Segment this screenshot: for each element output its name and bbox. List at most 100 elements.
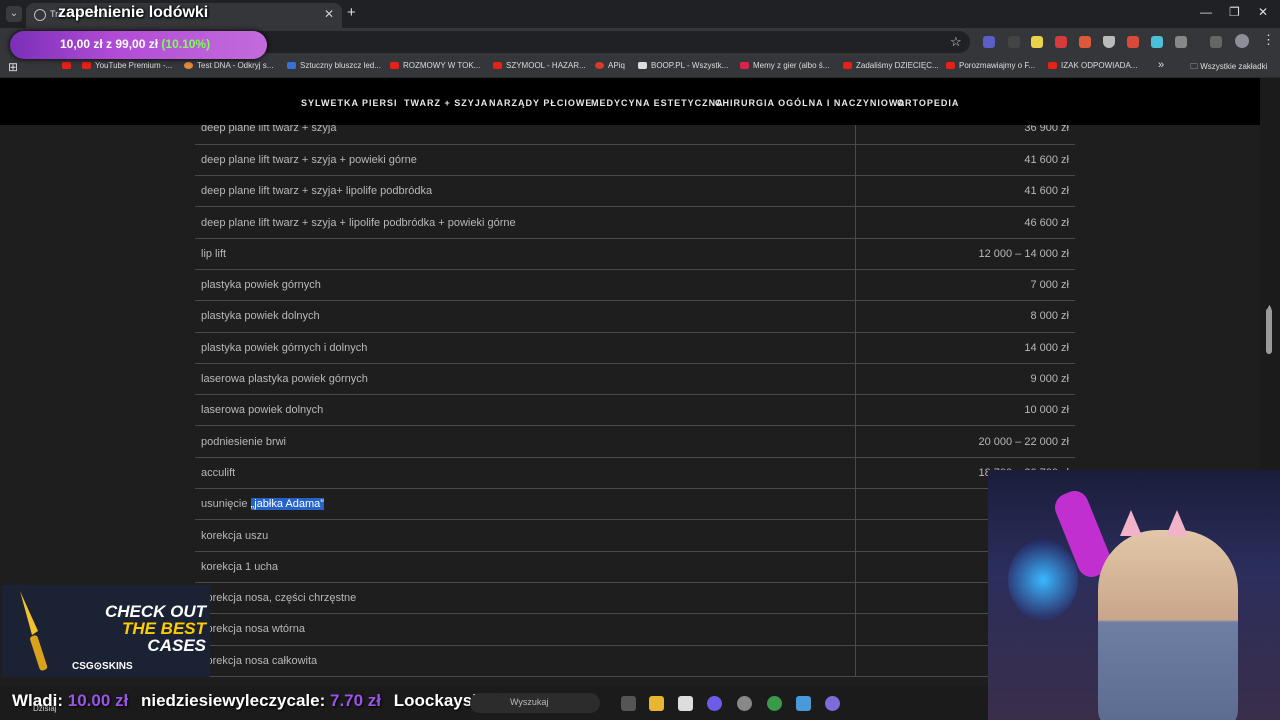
bookmark-favicon-icon [740, 62, 749, 69]
price-row: plastyka powiek dolnych 8 000 zł [195, 300, 1075, 333]
selected-text: „jabłka Adama” [250, 498, 324, 511]
bookmark-star-icon[interactable]: ☆ [950, 34, 962, 50]
app-icon[interactable] [737, 696, 752, 711]
taskbar-date: Dzisiaj [33, 704, 57, 713]
price-row: lip lift 12 000 – 14 000 zł [195, 238, 1075, 270]
procedure-price: 20 000 – 22 000 zł [855, 425, 1075, 458]
bookmark-item[interactable]: Sztuczny bluszcz led... [287, 61, 381, 70]
price-row: deep plane lift twarz + szyja + powieki … [195, 144, 1075, 177]
bookmark-item[interactable]: APiq [595, 61, 625, 70]
chrome-icon[interactable] [767, 696, 782, 711]
procedure-price: 12 000 – 14 000 zł [855, 238, 1075, 270]
procedure-name: podniesienie brwi [195, 425, 856, 458]
nav-sylwetka[interactable]: SYLWETKA [301, 98, 359, 108]
nav-narzady-plciowe[interactable]: NARZĄDY PŁCIOWE [489, 98, 592, 108]
shield-icon[interactable] [1103, 36, 1115, 48]
procedure-price: 7 000 zł [855, 269, 1075, 302]
bookmarks-overflow-icon[interactable]: » [1158, 59, 1164, 71]
app-icon[interactable] [707, 696, 722, 711]
goal-text: 10,00 zł z 99,00 zł (10.10%) [60, 37, 211, 51]
all-bookmarks-folder[interactable]: 🗀 Wszystkie zakładki [1190, 61, 1267, 75]
puzzle-icon[interactable] [1175, 36, 1187, 48]
tab-search-icon[interactable]: ⌄ [6, 6, 22, 22]
bookmark-favicon-icon [595, 62, 604, 69]
procedure-name: korekcja uszu [195, 519, 856, 552]
folder-icon[interactable] [649, 696, 664, 711]
procedure-name: deep plane lift twarz + szyja+ lipolife … [195, 175, 856, 208]
price-row: korekcja nosa wtórna23 [195, 613, 1075, 646]
bookmark-item[interactable]: SZYMOOL - HAZAR... [493, 61, 586, 70]
youtube-icon [843, 62, 852, 69]
procedure-name: korekcja nosa całkowita [195, 645, 856, 677]
extension-icon[interactable] [983, 36, 995, 48]
procedure-price: 36 900 zł [855, 125, 1075, 145]
price-row: korekcja 1 ucha [195, 551, 1075, 583]
cat-ear-headphone [1166, 510, 1188, 536]
procedure-name: plastyka powiek górnych i dolnych [195, 332, 856, 364]
tab-favicon-icon [34, 9, 46, 21]
apps-grid-icon[interactable]: ⊞ [8, 60, 18, 74]
procedure-name: usunięcie „jabłka Adama” [195, 488, 856, 521]
bookmark-item[interactable]: Zadaliśmy DZIECIĘC... [843, 61, 939, 70]
adblock-icon[interactable] [1055, 36, 1067, 48]
price-row: acculift18 700 – 20 700 zł [195, 457, 1075, 490]
streamer [1098, 530, 1238, 720]
taskbar-search[interactable]: Wyszukaj [470, 693, 600, 713]
close-tab-icon[interactable]: ✕ [324, 7, 334, 21]
minimize-icon[interactable]: — [1200, 5, 1212, 19]
profile-avatar-icon[interactable] [1235, 34, 1249, 48]
extension-icon[interactable] [1127, 36, 1139, 48]
procedure-price: 41 600 zł [855, 175, 1075, 208]
procedure-name: acculift [195, 457, 856, 490]
extension-icon[interactable] [1079, 36, 1091, 48]
youtube-icon [82, 62, 91, 69]
bookmark-favicon-icon [287, 62, 296, 69]
task-view-icon[interactable] [621, 696, 636, 711]
menu-kebab-icon[interactable]: ⋮ [1262, 32, 1275, 48]
bookmark-item[interactable]: Memy z gier (albo ś... [740, 61, 829, 70]
notepad-icon[interactable] [796, 696, 811, 711]
goal-title: zapełnienie lodówki [58, 4, 209, 21]
bookmark-item[interactable] [62, 61, 75, 70]
nav-piersi[interactable]: PIERSI [362, 98, 398, 108]
extension-icon[interactable] [1008, 36, 1020, 48]
nav-ortopedia[interactable]: ORTOPEDIA [897, 98, 959, 108]
dna-icon [184, 62, 193, 69]
store-icon[interactable] [678, 696, 693, 711]
maximize-icon[interactable]: ❐ [1229, 5, 1240, 19]
price-row: plastyka powiek górnych i dolnych 14 000 … [195, 332, 1075, 364]
scrollbar-thumb[interactable] [1266, 308, 1272, 354]
procedure-name: deep plane lift twarz + szyja + lipolife… [195, 206, 856, 239]
procedure-price: 9 000 zł [855, 363, 1075, 396]
discord-icon[interactable] [825, 696, 840, 711]
bookmark-item[interactable]: Test DNA - Odkryj s... [184, 61, 273, 70]
bookmark-item[interactable]: YouTube Premium -... [82, 61, 172, 70]
bookmark-item[interactable]: ROZMOWY W TOK... [390, 61, 480, 70]
nav-medycyna-estetyczna[interactable]: MEDYCYNA ESTETYCZNA [591, 98, 724, 108]
price-row: laserowa powiek dolnych 10 000 zł [195, 394, 1075, 427]
procedure-name: korekcja nosa wtórna [195, 613, 856, 646]
procedure-price: 14 000 zł [855, 332, 1075, 364]
price-row: korekcja uszu [195, 519, 1075, 552]
folder-icon: 🗀 [1190, 62, 1201, 71]
bookmark-item[interactable]: IZAK ODPOWIADA... [1048, 61, 1137, 70]
extension-icon[interactable] [1031, 36, 1043, 48]
procedure-name: deep plane lift twarz + szyja [195, 125, 856, 145]
price-row: podniesienie brwi 20 000 – 22 000 zł [195, 425, 1075, 458]
ad-brand: CSG⊙SKINS [72, 661, 133, 672]
close-window-icon[interactable]: ✕ [1258, 5, 1268, 19]
nav-twarz-szyja[interactable]: TWARZ + SZYJA [404, 98, 488, 108]
new-tab-icon[interactable]: + [347, 4, 356, 21]
extension-icon[interactable] [1151, 36, 1163, 48]
procedure-name: laserowa powiek dolnych [195, 394, 856, 427]
bookmark-item[interactable]: Porozmawiajmy o F... [946, 61, 1035, 70]
knife-icon [20, 591, 48, 671]
cat-ear-headphone [1120, 510, 1142, 536]
youtube-icon [1048, 62, 1057, 69]
queue-icon[interactable] [1210, 36, 1222, 48]
nav-chirurgia[interactable]: CHIRURGIA OGÓLNA I NACZYNIOWA [715, 98, 905, 108]
procedure-price: 41 600 zł [855, 144, 1075, 177]
price-row: korekcja nosa, części chrzęstne9 [195, 582, 1075, 615]
procedure-name: laserowa plastyka powiek górnych [195, 363, 856, 396]
bookmark-item[interactable]: BOOP.PL - Wszystk... [638, 61, 728, 70]
